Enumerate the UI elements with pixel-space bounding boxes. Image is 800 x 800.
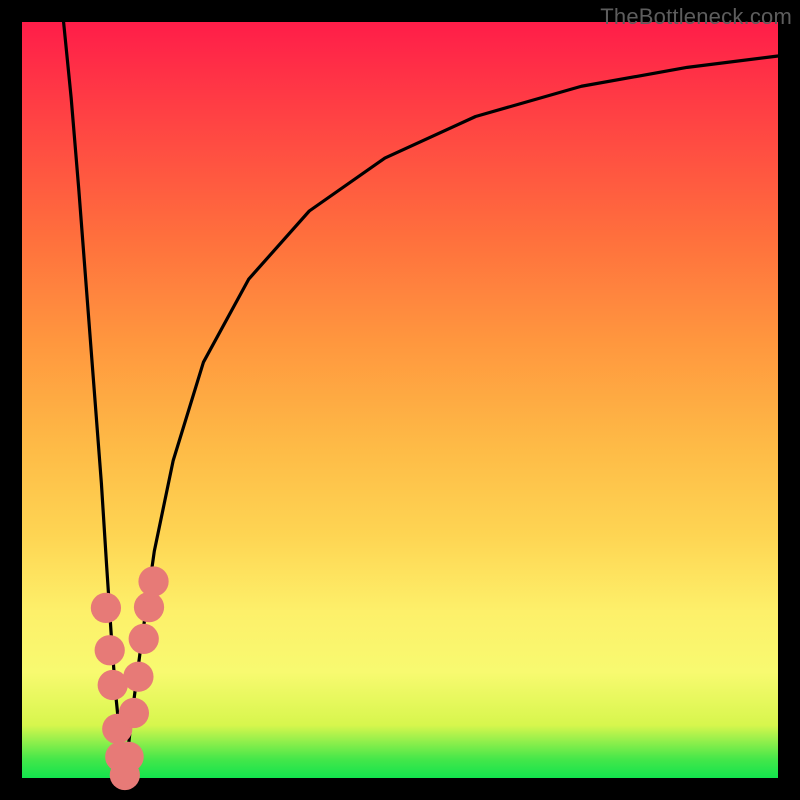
- marker-dot: [119, 698, 149, 728]
- marker-group: [91, 566, 169, 790]
- marker-dot: [123, 662, 153, 692]
- marker-dot: [138, 566, 168, 596]
- marker-dot: [113, 742, 143, 772]
- marker-dot: [134, 592, 164, 622]
- marker-dot: [91, 593, 121, 623]
- curve-left-branch: [64, 22, 125, 778]
- watermark-text: TheBottleneck.com: [600, 4, 792, 30]
- curve-group: [64, 22, 778, 778]
- marker-dot: [98, 670, 128, 700]
- marker-dot: [129, 624, 159, 654]
- curve-right-branch: [125, 56, 778, 778]
- chart-svg: [0, 0, 800, 800]
- chart-stage: TheBottleneck.com: [0, 0, 800, 800]
- marker-dot: [95, 635, 125, 665]
